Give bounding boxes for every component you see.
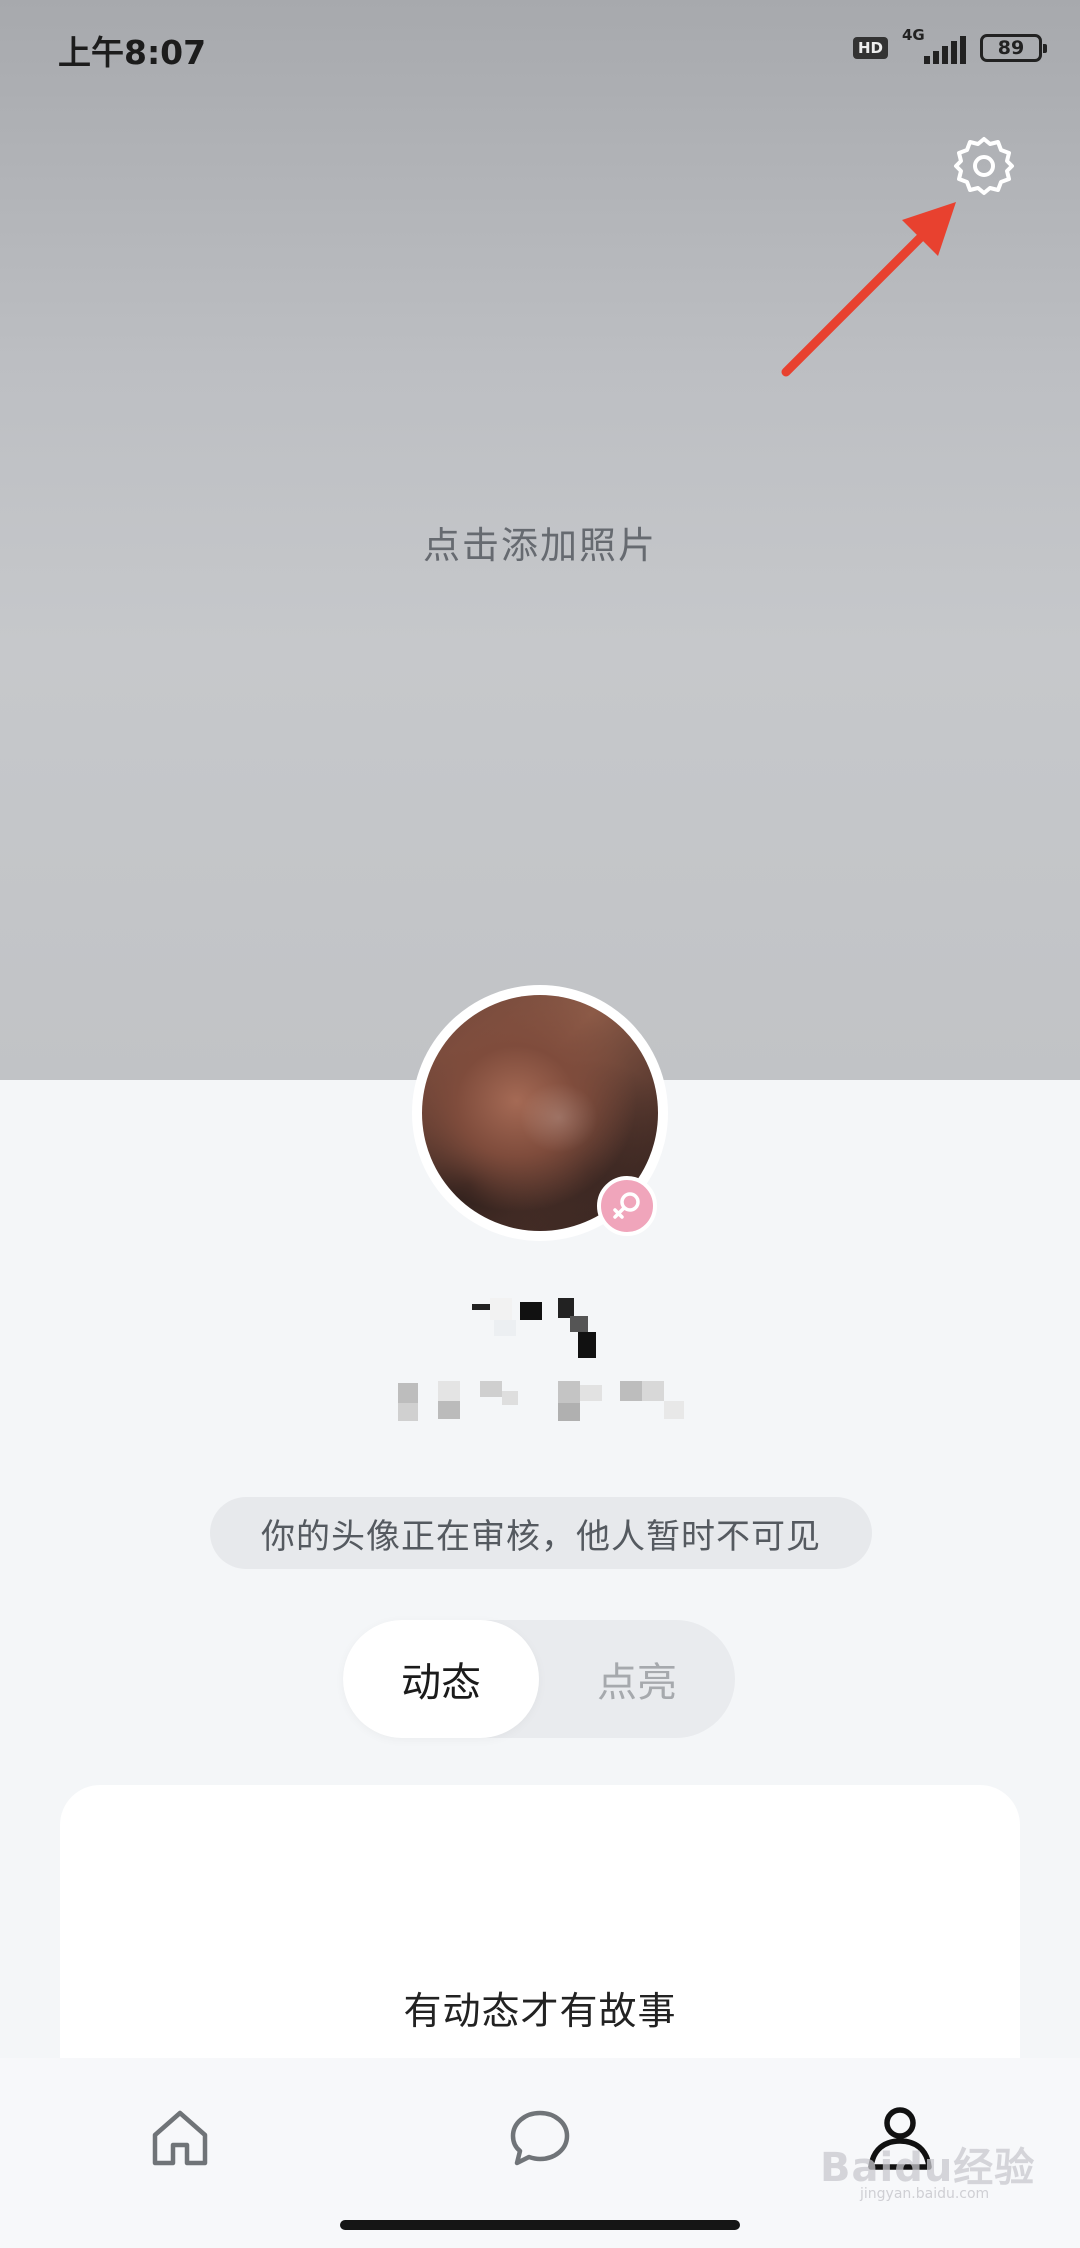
hd-icon: HD	[852, 37, 888, 59]
tab-highlights[interactable]: 点亮	[539, 1620, 735, 1738]
profile-tabs: 动态 点亮	[343, 1620, 735, 1738]
watermark-url: jingyan.baidu.com	[860, 2186, 990, 2202]
username-redacted	[470, 1298, 610, 1362]
battery-icon: 89	[980, 34, 1047, 62]
status-time: 上午8:07	[58, 33, 207, 72]
signal-icon: 4G	[902, 26, 966, 66]
avatar-review-notice: 你的头像正在审核，他人暂时不可见	[210, 1497, 872, 1569]
watermark-logo: Baidu经验	[820, 2145, 1036, 2191]
home-icon	[152, 2110, 208, 2166]
annotation-arrow	[781, 202, 956, 377]
tab-moments[interactable]: 动态	[343, 1620, 539, 1738]
settings-button[interactable]	[948, 130, 1020, 202]
gender-badge	[597, 1176, 657, 1236]
cover-photo-area[interactable]: 点击添加照片	[0, 0, 1080, 1080]
chat-bubble-icon	[510, 2110, 570, 2166]
gear-icon	[954, 137, 1014, 195]
nav-home-button[interactable]	[140, 2098, 220, 2178]
female-icon	[613, 1192, 640, 1219]
user-id-redacted	[398, 1381, 688, 1425]
home-indicator	[340, 2220, 740, 2230]
status-bar: 上午8:07 HD 4G 89	[0, 0, 1080, 96]
network-type: 4G	[902, 26, 925, 44]
empty-feed-text: 有动态才有故事	[403, 1989, 677, 2033]
add-photo-hint[interactable]: 点击添加照片	[0, 515, 1080, 569]
status-icons: HD 4G 89	[852, 26, 1047, 66]
nav-messages-button[interactable]	[500, 2098, 580, 2178]
battery-level: 89	[997, 37, 1025, 59]
